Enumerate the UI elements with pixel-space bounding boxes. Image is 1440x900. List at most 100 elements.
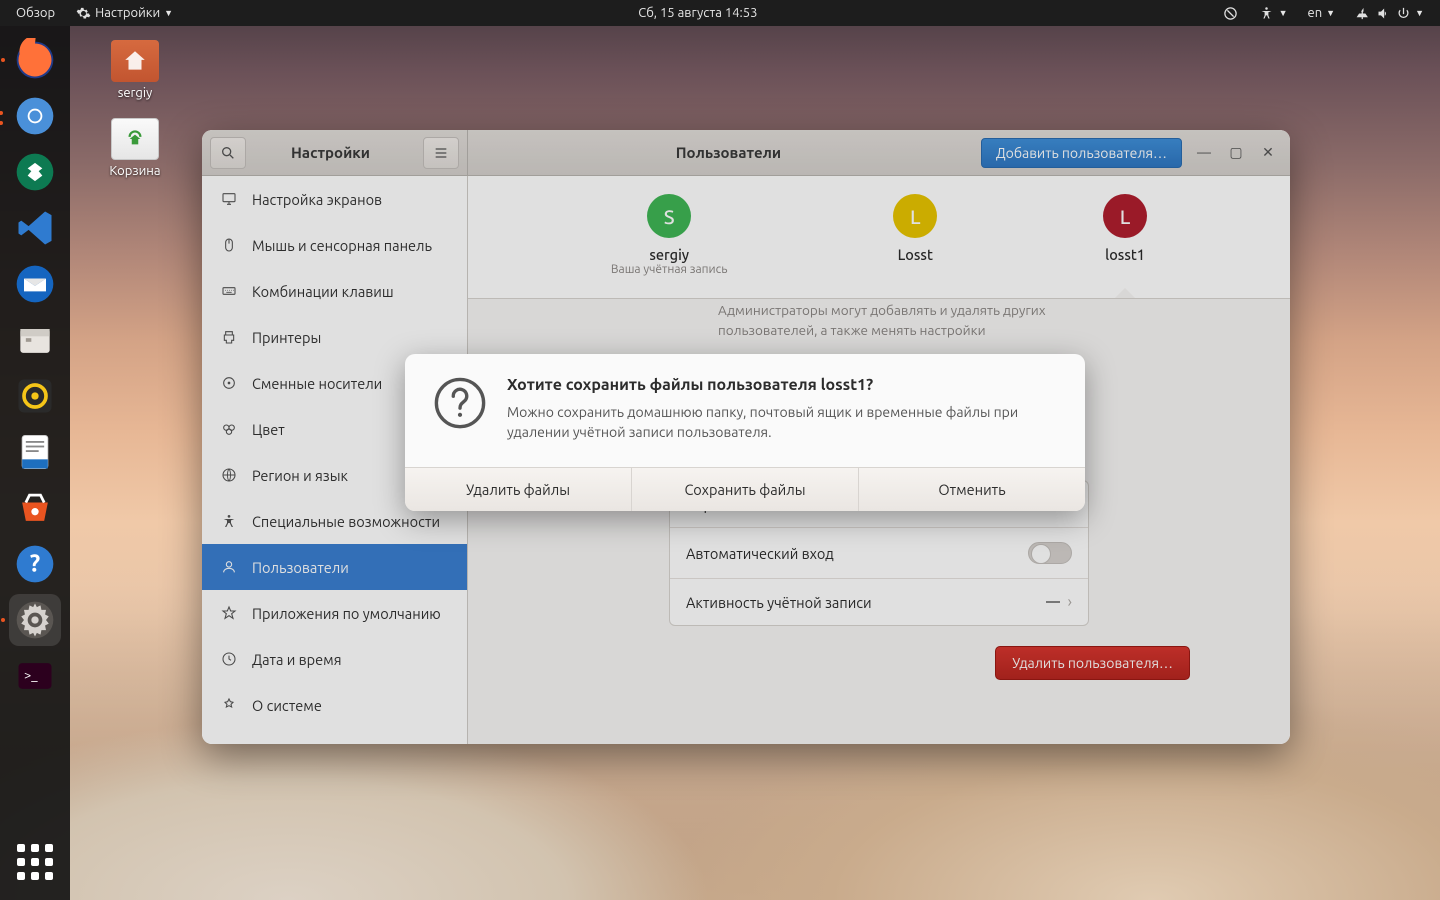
sidebar-item-clock[interactable]: Дата и время xyxy=(202,636,467,682)
titlebar: Настройки Пользователи Добавить пользова… xyxy=(202,130,1290,176)
dock-show-apps[interactable] xyxy=(9,836,61,888)
users-icon xyxy=(220,558,238,576)
sidebar-item-label: Цвет xyxy=(252,421,285,438)
sidebar-item-display[interactable]: Настройка экранов xyxy=(202,176,467,222)
app-menu-label: Настройки xyxy=(95,6,160,20)
printer-icon xyxy=(220,328,238,346)
chevron-down-icon: ▼ xyxy=(164,8,173,18)
about-icon xyxy=(220,696,238,714)
display-icon xyxy=(220,190,238,208)
folder-icon xyxy=(111,40,159,82)
network-icon xyxy=(1355,5,1371,21)
question-icon xyxy=(433,376,487,430)
user-name: sergiy xyxy=(611,246,728,263)
avatar: L xyxy=(1103,194,1147,238)
row-activity[interactable]: Активность учётной записи › xyxy=(670,579,1088,625)
maximize-button[interactable]: ▢ xyxy=(1228,144,1244,161)
dock-terminal[interactable]: >_ xyxy=(9,650,61,702)
input-source-label: en xyxy=(1308,6,1323,20)
sidebar-title: Настройки xyxy=(246,144,415,161)
mouse-icon xyxy=(220,236,238,254)
clock-icon xyxy=(220,650,238,668)
user-subtitle: Ваша учётная запись xyxy=(611,263,728,276)
desktop-icons: sergiy Корзина xyxy=(90,40,180,196)
svg-text:>_: >_ xyxy=(24,669,38,683)
dock-settings[interactable] xyxy=(9,594,61,646)
dock-remote[interactable] xyxy=(9,146,61,198)
avatar: L xyxy=(893,194,937,238)
row-autologin-label: Автоматический вход xyxy=(686,545,834,562)
dialog-body: Можно сохранить домашнюю папку, почтовый… xyxy=(507,402,1057,443)
dock-files[interactable] xyxy=(9,314,61,366)
globe-icon xyxy=(220,466,238,484)
dialog-keep-files-button[interactable]: Сохранить файлы xyxy=(632,468,859,511)
gear-icon xyxy=(75,5,91,21)
chevron-right-icon: › xyxy=(1068,593,1073,611)
admin-hint: Администраторы могут добавлять и удалять… xyxy=(718,301,1078,340)
close-button[interactable]: ✕ xyxy=(1260,144,1276,161)
dock-rhythmbox[interactable] xyxy=(9,370,61,422)
sidebar-item-label: Принтеры xyxy=(252,329,321,346)
app-menu[interactable]: Настройки ▼ xyxy=(67,5,181,21)
dialog-cancel-button[interactable]: Отменить xyxy=(859,468,1085,511)
sidebar-item-label: Пользователи xyxy=(252,559,349,576)
dock-writer[interactable] xyxy=(9,426,61,478)
apps-grid-icon xyxy=(17,844,53,880)
desktop-trash[interactable]: Корзина xyxy=(90,118,180,178)
hamburger-button[interactable] xyxy=(423,137,459,169)
remove-user-button[interactable]: Удалить пользователя… xyxy=(995,646,1190,680)
header-title: Пользователи xyxy=(476,144,981,161)
sidebar-item-label: О системе xyxy=(252,697,322,714)
user-chip-Losst[interactable]: L Losst xyxy=(893,194,937,276)
star-icon xyxy=(220,604,238,622)
user-name: Losst xyxy=(893,246,937,263)
clock[interactable]: Сб, 15 августа 14:53 xyxy=(181,6,1215,20)
svg-text:?: ? xyxy=(30,549,40,576)
dock-vscode[interactable] xyxy=(9,202,61,254)
search-button[interactable] xyxy=(210,137,246,169)
sidebar-item-users[interactable]: Пользователи xyxy=(202,544,467,590)
dock-firefox[interactable] xyxy=(9,34,61,86)
sidebar-item-label: Приложения по умолчанию xyxy=(252,605,441,622)
sidebar-item-about[interactable]: О системе xyxy=(202,682,467,728)
dock-thunderbird[interactable] xyxy=(9,258,61,310)
accessibility-menu[interactable]: ▼ xyxy=(1251,5,1296,21)
input-source[interactable]: en ▼ xyxy=(1300,6,1344,20)
sidebar-item-keyboard[interactable]: Комбинации клавиш xyxy=(202,268,467,314)
dialog-delete-files-button[interactable]: Удалить файлы xyxy=(405,468,632,511)
keyboard-icon xyxy=(220,282,238,300)
sidebar-item-star[interactable]: Приложения по умолчанию xyxy=(202,590,467,636)
sidebar-item-label: Специальные возможности xyxy=(252,513,440,530)
dialog-title: Хотите сохранить файлы пользователя loss… xyxy=(507,376,1057,394)
desktop-home-label: sergiy xyxy=(90,86,180,100)
add-user-button[interactable]: Добавить пользователя… xyxy=(981,138,1182,168)
dock-chromium[interactable] xyxy=(9,90,61,142)
sidebar-item-mouse[interactable]: Мышь и сенсорная панель xyxy=(202,222,467,268)
trash-icon xyxy=(111,118,159,160)
sidebar-item-label: Дата и время xyxy=(252,651,342,668)
row-activity-value xyxy=(1046,601,1060,603)
volume-icon xyxy=(1375,5,1391,21)
activities-button[interactable]: Обзор xyxy=(8,6,63,20)
confirm-dialog: Хотите сохранить файлы пользователя loss… xyxy=(405,354,1085,511)
menu-icon xyxy=(433,145,449,161)
sidebar-item-label: Мышь и сенсорная панель xyxy=(252,237,432,254)
user-chip-losst1[interactable]: Llosst1 xyxy=(1103,194,1147,276)
autologin-switch[interactable] xyxy=(1028,542,1072,564)
dock-software[interactable] xyxy=(9,482,61,534)
color-icon xyxy=(220,420,238,438)
sidebar-item-label: Регион и язык xyxy=(252,467,348,484)
minimize-button[interactable]: — xyxy=(1196,144,1212,161)
user-name: losst1 xyxy=(1103,246,1147,263)
dock-help[interactable]: ? xyxy=(9,538,61,590)
row-activity-label: Активность учётной записи xyxy=(686,594,872,611)
a11y-icon xyxy=(220,512,238,530)
search-icon xyxy=(220,145,236,161)
dock: ? >_ xyxy=(0,26,70,900)
screen-record-icon[interactable] xyxy=(1215,5,1247,21)
sidebar-item-label: Комбинации клавиш xyxy=(252,283,394,300)
row-autologin[interactable]: Автоматический вход xyxy=(670,528,1088,579)
user-chip-sergiy[interactable]: SsergiyВаша учётная запись xyxy=(611,194,728,276)
desktop-home-folder[interactable]: sergiy xyxy=(90,40,180,100)
system-menu[interactable]: ▼ xyxy=(1347,5,1432,21)
